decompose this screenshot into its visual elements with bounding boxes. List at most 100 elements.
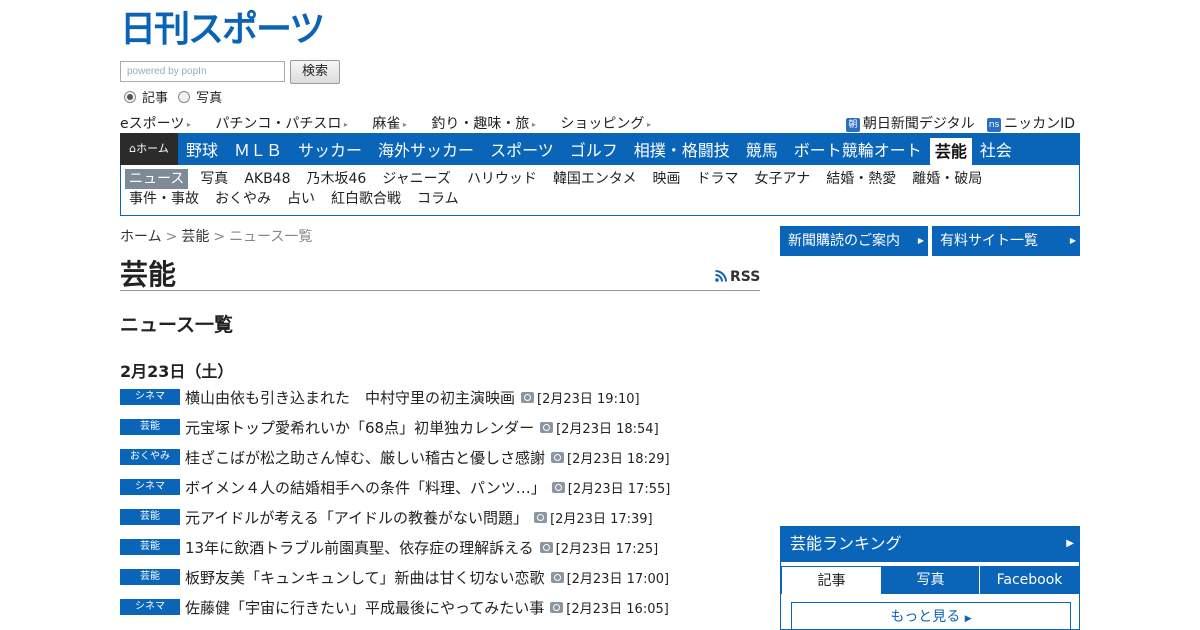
search-input[interactable]: powered by popIn	[120, 61, 285, 82]
news-row: 芸能 元宝塚トップ愛希れいか「68点」初単独カレンダー [2月23日 18:54]	[120, 413, 760, 443]
main-nav: ⌂ホーム 野球 ＭＬＢ サッカー 海外サッカー スポーツ ゴルフ 相撲・格闘技 競馬 ボート競輪…	[120, 133, 1080, 165]
nav-item[interactable]: 野球	[178, 133, 226, 165]
breadcrumb-home[interactable]: ホーム	[120, 229, 162, 245]
news-timestamp: [2月23日 19:10]	[537, 392, 640, 407]
subnav-item[interactable]: コラム	[413, 189, 463, 209]
paid-sites-button[interactable]: 有料サイト一覧	[932, 226, 1080, 256]
nav-item[interactable]: 社会	[972, 133, 1020, 165]
rss-label: RSS	[730, 269, 761, 285]
nav-item[interactable]: ボート競輪オート	[786, 133, 930, 165]
news-row: 芸能 元アイドルが考える「アイドルの教養がない問題」 [2月23日 17:39]	[120, 503, 760, 533]
news-title[interactable]: 横山由依も引き込まれた 中村守里の初主演映画	[185, 389, 515, 407]
search-button[interactable]: 検索	[290, 60, 340, 84]
category-tag[interactable]: おくやみ	[120, 449, 180, 465]
ranking-box: 記事 写真 Facebook もっと見る ▶	[780, 562, 1080, 630]
subnav-item[interactable]: ドラマ	[693, 169, 743, 189]
subnav-item[interactable]: ハリウッド	[463, 169, 541, 189]
more-button[interactable]: もっと見る ▶	[791, 602, 1071, 630]
subnav-item[interactable]: 占い	[283, 189, 319, 209]
category-tag[interactable]: 芸能	[120, 419, 180, 435]
camera-icon	[551, 482, 565, 493]
camera-icon	[540, 422, 554, 433]
news-row: シネマ 横山由依も引き込まれた 中村守里の初主演映画 [2月23日 19:10]	[120, 383, 760, 413]
camera-icon	[521, 392, 535, 403]
subnav-item[interactable]: 女子アナ	[751, 169, 815, 189]
nav-item[interactable]: 海外サッカー	[370, 133, 482, 165]
tab-photos[interactable]: 写真	[882, 566, 979, 594]
ranking-tabs: 記事 写真 Facebook	[781, 566, 1079, 594]
subnav-item[interactable]: 韓国エンタメ	[549, 169, 641, 189]
news-row: 芸能 13年に飲酒トラブル前園真聖、依存症の理解訴える [2月23日 17:25]	[120, 533, 760, 563]
radio-article-label: 記事	[142, 91, 169, 106]
tab-articles[interactable]: 記事	[781, 566, 882, 594]
link-asahi-digital[interactable]: 朝日新聞デジタル	[863, 116, 975, 132]
subnav-item[interactable]: 結婚・熱愛	[822, 169, 900, 189]
category-tag[interactable]: シネマ	[120, 599, 180, 615]
nav-item[interactable]: ゴルフ	[562, 133, 626, 165]
news-title[interactable]: 佐藤健「宇宙に行きたい」平成最後にやってみたい事	[185, 599, 544, 617]
subnav-item[interactable]: ニュース	[125, 169, 189, 189]
radio-article[interactable]	[124, 91, 136, 103]
subnav-item[interactable]: 離婚・破局	[908, 169, 986, 189]
radio-photo[interactable]	[178, 91, 191, 103]
subnav-item[interactable]: 写真	[196, 169, 232, 189]
nav-item[interactable]: 競馬	[738, 133, 786, 165]
news-title[interactable]: 板野友美「キュンキュンして」新曲は甘く切ない恋歌	[185, 569, 545, 587]
news-row: 芸能 板野友美「キュンキュンして」新曲は甘く切ない恋歌 [2月23日 17:00]	[120, 563, 760, 593]
subnav-item[interactable]: 乃木坂46	[303, 169, 371, 189]
section-title: ニュース一覧	[120, 314, 234, 336]
ranking-header[interactable]: 芸能ランキング	[780, 526, 1080, 562]
link-nikkan-id[interactable]: ニッカンID	[1004, 116, 1075, 132]
category-tag[interactable]: 芸能	[120, 569, 180, 585]
caret-right-icon: ▶	[964, 614, 972, 624]
news-title[interactable]: 元アイドルが考える「アイドルの教養がない問題」	[185, 509, 528, 527]
category-tag[interactable]: シネマ	[120, 389, 180, 405]
category-tag[interactable]: シネマ	[120, 479, 180, 495]
date-heading: 2月23日（土）	[120, 362, 234, 381]
toplink-fishing[interactable]: 釣り・趣味・旅	[431, 116, 536, 132]
toplink-shopping[interactable]: ショッピング	[560, 116, 651, 132]
toplink-pachinko[interactable]: パチンコ・パチスロ	[215, 116, 348, 132]
nav-home[interactable]: ⌂ホーム	[120, 133, 178, 165]
news-item: 13年に飲酒トラブル前園真聖、依存症の理解訴える [2月23日 17:25]	[185, 537, 658, 558]
subnav-item[interactable]: おくやみ	[211, 189, 275, 209]
subnav-item[interactable]: 紅白歌合戦	[327, 189, 405, 209]
breadcrumb-section[interactable]: 芸能	[181, 229, 209, 245]
breadcrumb-sep: >	[165, 229, 178, 245]
subscription-button[interactable]: 新聞購読のご案内	[780, 226, 928, 256]
toplink-esports[interactable]: eスポーツ	[120, 116, 191, 132]
news-timestamp: [2月23日 18:29]	[567, 452, 670, 467]
news-item: 佐藤健「宇宙に行きたい」平成最後にやってみたい事 [2月23日 16:05]	[185, 597, 669, 618]
news-title[interactable]: ボイメン４人の結婚相手への条件「料理、パンツ…」	[185, 479, 546, 497]
subnav-item[interactable]: 事件・事故	[125, 189, 203, 209]
toplink-mahjong[interactable]: 麻雀	[372, 116, 407, 132]
subnav-item[interactable]: ジャニーズ	[378, 169, 455, 189]
category-tag[interactable]: 芸能	[120, 509, 180, 525]
news-timestamp: [2月23日 17:25]	[555, 542, 659, 557]
news-item: ボイメン４人の結婚相手への条件「料理、パンツ…」 [2月23日 17:55]	[185, 477, 670, 498]
nav-item[interactable]: 芸能	[929, 138, 972, 165]
news-item: 板野友美「キュンキュンして」新曲は甘く切ない恋歌 [2月23日 17:00]	[185, 567, 669, 588]
news-title[interactable]: 元宝塚トップ愛希れいか「68点」初単独カレンダー	[185, 419, 534, 437]
news-title[interactable]: 13年に飲酒トラブル前園真聖、依存症の理解訴える	[185, 539, 534, 557]
breadcrumb: ホーム > 芸能 > ニュース一覧	[120, 226, 312, 246]
subnav-item[interactable]: 映画	[649, 169, 685, 189]
news-title[interactable]: 桂ざこばが松之助さん悼む、厳しい稽古と優しさ感謝	[185, 449, 545, 467]
nav-items: 野球 ＭＬＢ サッカー 海外サッカー スポーツ ゴルフ 相撲・格闘技 競馬 ボート競輪オート 芸能…	[178, 133, 1020, 165]
category-tag[interactable]: 芸能	[120, 539, 180, 555]
news-item: 横山由依も引き込まれた 中村守里の初主演映画 [2月23日 19:10]	[185, 387, 640, 408]
camera-icon	[550, 572, 564, 583]
news-list: シネマ 横山由依も引き込まれた 中村守里の初主演映画 [2月23日 19:10] 芸能…	[120, 383, 760, 623]
rss-icon	[715, 270, 727, 282]
top-links: eスポーツ パチンコ・パチスロ 麻雀 釣り・趣味・旅 ショッピング	[120, 113, 671, 133]
rss-link[interactable]: RSS	[715, 269, 760, 285]
site-logo[interactable]: 日刊スポーツ	[120, 10, 325, 50]
news-item: 元アイドルが考える「アイドルの教養がない問題」 [2月23日 17:39]	[185, 507, 653, 528]
nav-item[interactable]: 相撲・格闘技	[626, 133, 738, 165]
camera-icon	[550, 602, 564, 613]
tab-facebook[interactable]: Facebook	[980, 566, 1079, 594]
subnav-item[interactable]: AKB48	[240, 169, 294, 189]
nav-item[interactable]: ＭＬＢ	[226, 133, 290, 165]
nav-item[interactable]: スポーツ	[482, 133, 562, 165]
nav-item[interactable]: サッカー	[290, 133, 370, 165]
